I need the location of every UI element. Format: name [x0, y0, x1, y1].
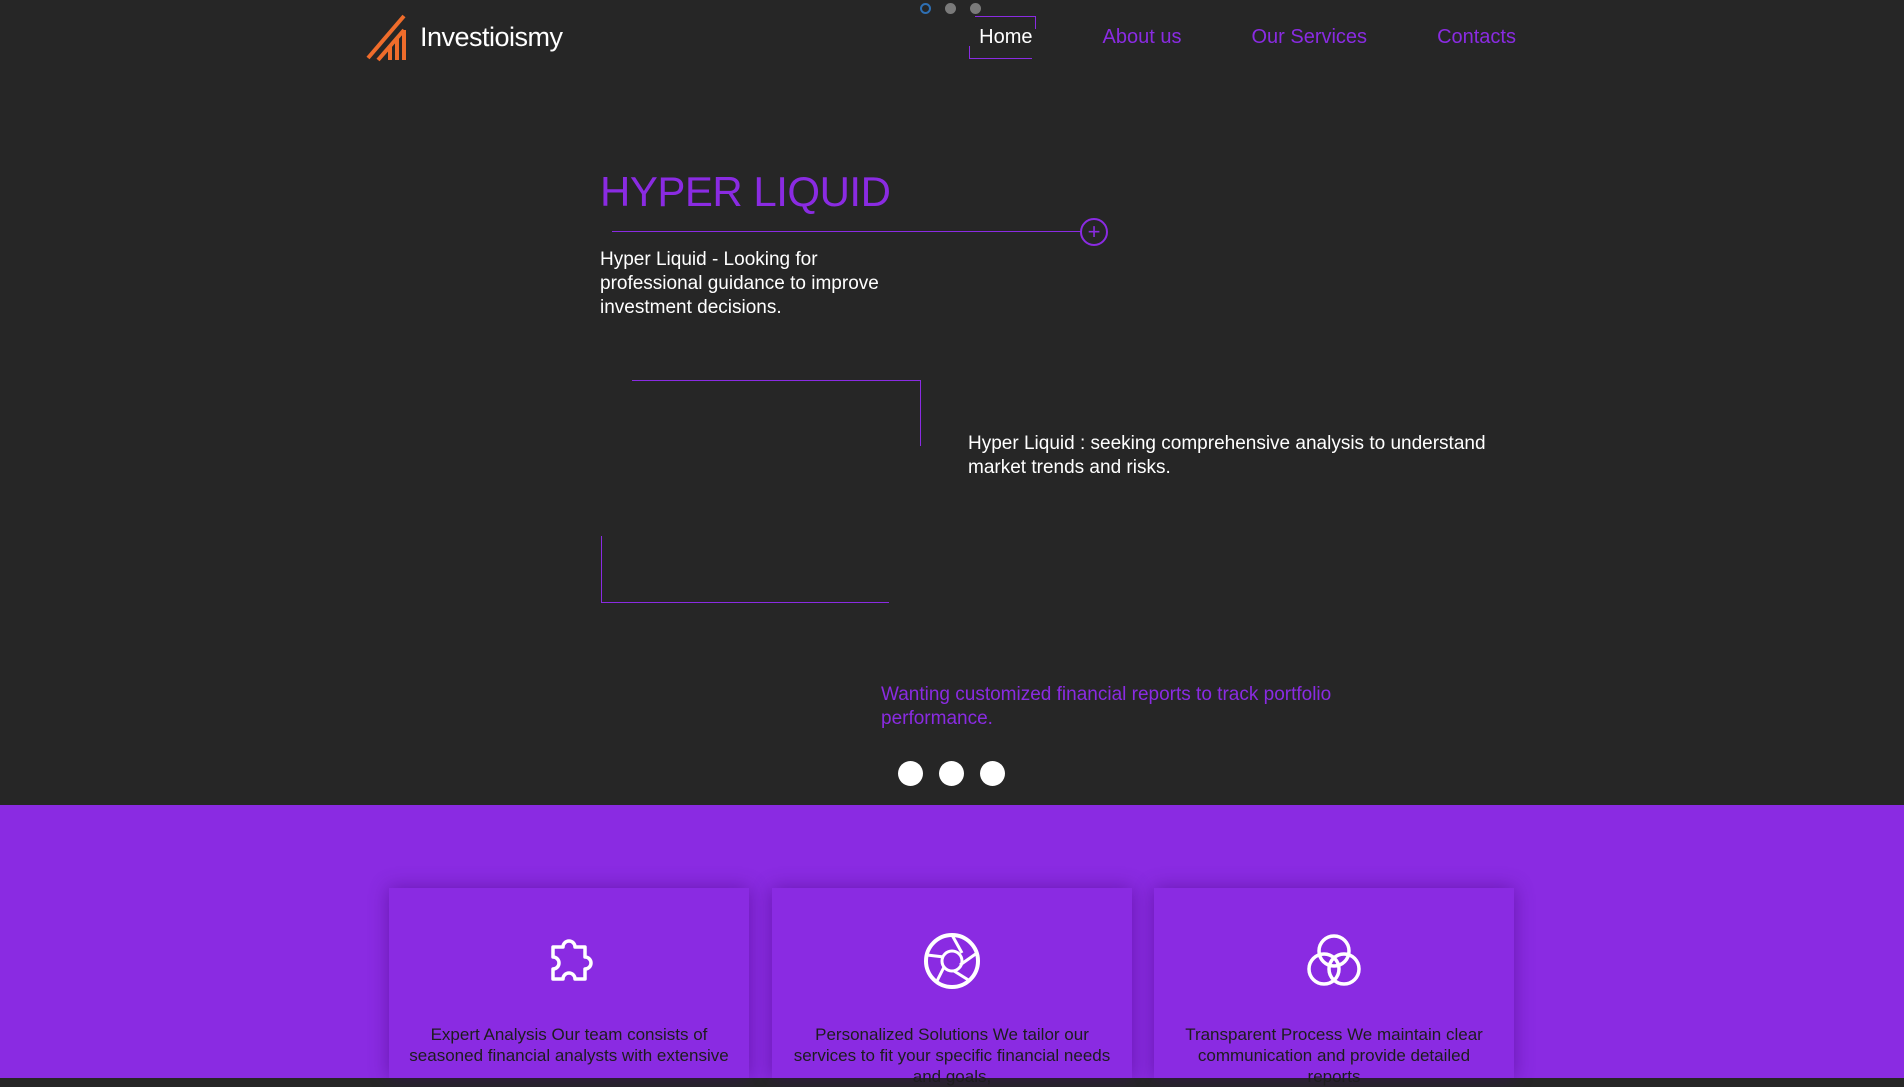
decorative-frame-top [632, 380, 921, 446]
slider-dot-3[interactable] [980, 761, 1005, 786]
top-pager [920, 3, 981, 14]
decorative-frame-bottom [601, 536, 889, 603]
intersecting-circles-icon [1307, 934, 1361, 986]
plus-circle-icon[interactable]: + [1080, 218, 1108, 246]
top-pager-dot-1[interactable] [920, 3, 931, 14]
feature-card-expert-analysis: Expert Analysis Our team consists of sea… [389, 888, 749, 1078]
nav-item-our-services[interactable]: Our Services [1241, 22, 1377, 53]
main-nav: Home About us Our Services Contacts [969, 16, 1526, 59]
slider-dot-2[interactable] [939, 761, 964, 786]
hero-text-guidance: Hyper Liquid - Looking for professional … [600, 249, 879, 318]
bars-logo-icon [366, 14, 406, 62]
feature-card-personalized-solutions: Personalized Solutions We tailor our ser… [772, 888, 1132, 1086]
puzzle-icon [551, 939, 593, 981]
top-pager-dot-2[interactable] [945, 3, 956, 14]
slider-dot-1[interactable] [898, 761, 923, 786]
brand-name: Investioismy [420, 21, 563, 52]
nav-item-about-us[interactable]: About us [1093, 22, 1192, 53]
aperture-icon [924, 933, 980, 989]
hero-text-analysis: Hyper Liquid : seeking comprehensive ana… [968, 433, 1486, 478]
nav-item-contacts[interactable]: Contacts [1427, 22, 1526, 53]
feature-text: Expert Analysis Our team consists of sea… [409, 1025, 729, 1065]
feature-card-transparent-process: Transparent Process We maintain clear co… [1154, 888, 1514, 1086]
features-section: Expert Analysis Our team consists of sea… [0, 805, 1904, 1086]
slider-pagination [898, 761, 1005, 786]
top-pager-dot-3[interactable] [970, 3, 981, 14]
brand-logo[interactable]: Investioismy [366, 12, 563, 62]
hero-title: HYPER LIQUID [600, 168, 891, 215]
nav-item-home[interactable]: Home [969, 16, 1042, 59]
title-divider [612, 231, 1082, 232]
hero-section: Investioismy Home About us Our Services … [0, 0, 1904, 805]
hero-text-reports: Wanting customized financial reports to … [881, 684, 1332, 729]
